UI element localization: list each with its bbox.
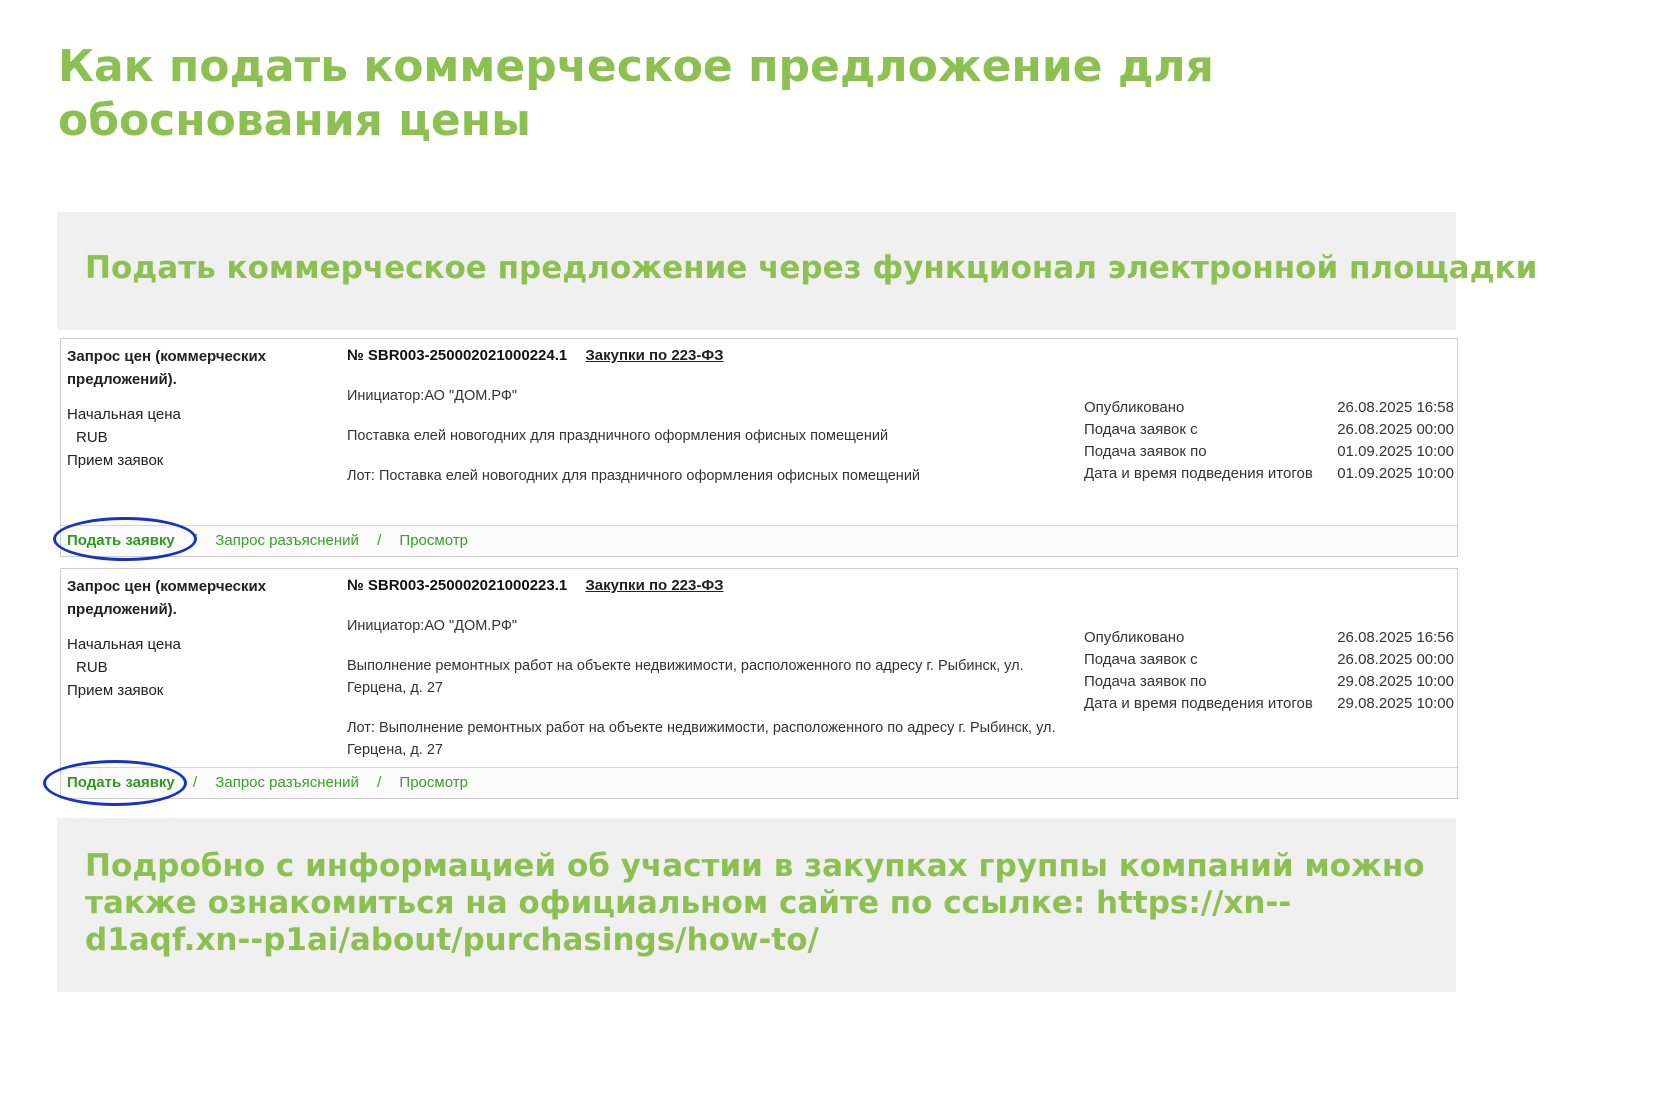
date-value: 01.09.2025 10:00 [1337, 465, 1454, 482]
date-value: 26.08.2025 16:56 [1337, 629, 1454, 646]
procedure-number-line: № SBR003-250002021000224.1 Закупки по 22… [347, 345, 1067, 367]
date-row: Подача заявок с 26.08.2025 00:00 [1084, 649, 1454, 671]
initiator: Инициатор:АО "ДОМ.РФ" [347, 388, 518, 404]
date-row: Дата и время подведения итогов 29.08.202… [1084, 693, 1454, 715]
page-title: Как подать коммерческое предложение для … [58, 41, 1214, 146]
currency-label: RUB [76, 659, 108, 676]
date-value: 29.08.2025 10:00 [1337, 695, 1454, 712]
instruction-panel: Подать коммерческое предложение через фу… [57, 212, 1537, 330]
procurement-card: Запрос цен (коммерческих предложений). Н… [43, 568, 1458, 806]
currency-label: RUB [76, 429, 108, 446]
date-value: 26.08.2025 16:58 [1337, 399, 1454, 416]
law-223-link[interactable]: Закупки по 223-ФЗ [585, 347, 723, 364]
card-actions: Подать заявку / Запрос разъяснений / Про… [61, 525, 1457, 556]
date-value: 01.09.2025 10:00 [1337, 443, 1454, 460]
reception-label: Прием заявок [67, 682, 164, 699]
date-label: Подача заявок с [1084, 651, 1198, 668]
initiator: Инициатор:АО "ДОМ.РФ" [347, 618, 518, 634]
card-details: № SBR003-250002021000223.1 Закупки по 22… [347, 575, 1067, 761]
action-separator: / [377, 774, 382, 791]
date-label: Дата и время подведения итогов [1084, 695, 1313, 712]
view-link[interactable]: Просмотр [399, 532, 468, 549]
action-separator: / [192, 774, 198, 791]
view-link[interactable]: Просмотр [399, 774, 468, 791]
card-details: № SBR003-250002021000224.1 Закупки по 22… [347, 345, 1067, 487]
start-price-label: Начальная цена [67, 636, 181, 653]
card-actions: Подать заявку / Запрос разъяснений / Про… [61, 767, 1457, 798]
date-row: Дата и время подведения итогов 01.09.202… [1084, 463, 1454, 485]
date-row: Опубликовано 26.08.2025 16:58 [1084, 397, 1454, 419]
card-summary: Запрос цен (коммерческих предложений). Н… [67, 575, 317, 702]
info-panel: Подробно с информацией об участии в заку… [57, 818, 1456, 992]
card-summary: Запрос цен (коммерческих предложений). Н… [67, 345, 317, 472]
procedure-type: Запрос цен (коммерческих предложений). [67, 348, 267, 388]
card-dates: Опубликовано 26.08.2025 16:58 Подача зая… [1084, 397, 1454, 485]
instruction-heading: Подать коммерческое предложение через фу… [85, 250, 1538, 286]
date-row: Опубликовано 26.08.2025 16:56 [1084, 627, 1454, 649]
info-heading: Подробно с информацией об участии в заку… [85, 848, 1425, 958]
date-label: Опубликовано [1084, 399, 1185, 416]
clarification-request-link[interactable]: Запрос разъяснений [215, 532, 359, 549]
law-223-link[interactable]: Закупки по 223-ФЗ [585, 577, 723, 594]
date-label: Подача заявок по [1084, 673, 1207, 690]
procedure-number: № SBR003-250002021000224.1 [347, 347, 568, 364]
procurement-subject: Выполнение ремонтных работ на объекте не… [347, 658, 1024, 696]
date-label: Подача заявок с [1084, 421, 1198, 438]
clarification-request-link[interactable]: Запрос разъяснений [215, 774, 359, 791]
procedure-number: № SBR003-250002021000223.1 [347, 577, 568, 594]
date-label: Подача заявок по [1084, 443, 1207, 460]
procurement-card: Запрос цен (коммерческих предложений). Н… [53, 338, 1458, 561]
procedure-number-line: № SBR003-250002021000223.1 Закупки по 22… [347, 575, 1067, 597]
date-label: Дата и время подведения итогов [1084, 465, 1313, 482]
date-value: 26.08.2025 00:00 [1337, 421, 1454, 438]
date-value: 26.08.2025 00:00 [1337, 651, 1454, 668]
submit-application-link[interactable]: Подать заявку [67, 532, 175, 549]
card-dates: Опубликовано 26.08.2025 16:56 Подача зая… [1084, 627, 1454, 715]
action-separator: / [377, 532, 382, 549]
start-price-label: Начальная цена [67, 406, 181, 423]
date-row: Подача заявок с 26.08.2025 00:00 [1084, 419, 1454, 441]
date-row: Подача заявок по 29.08.2025 10:00 [1084, 671, 1454, 693]
reception-label: Прием заявок [67, 452, 164, 469]
date-value: 29.08.2025 10:00 [1337, 673, 1454, 690]
lot-description: Лот: Выполнение ремонтных работ на объек… [347, 720, 1056, 758]
date-label: Опубликовано [1084, 629, 1185, 646]
date-row: Подача заявок по 01.09.2025 10:00 [1084, 441, 1454, 463]
lot-description: Лот: Поставка елей новогодних для праздн… [347, 468, 921, 484]
submit-application-link[interactable]: Подать заявку [67, 774, 175, 791]
action-separator: / [192, 532, 198, 549]
procurement-subject: Поставка елей новогодних для праздничног… [347, 428, 889, 444]
procedure-type: Запрос цен (коммерческих предложений). [67, 578, 267, 618]
